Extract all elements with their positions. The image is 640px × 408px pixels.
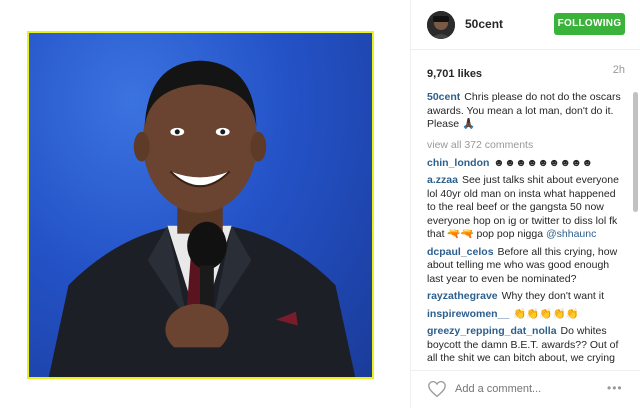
caption-username[interactable]: 50cent <box>427 91 460 103</box>
comment-text: ☻☻☻☻☻☻☻☻☻ <box>493 156 593 169</box>
scrollbar-thumb[interactable] <box>633 92 638 212</box>
add-comment-input[interactable] <box>455 381 595 397</box>
comments-list: 50cent Chris please do not do the oscars … <box>427 91 625 366</box>
post-sidebar: 50cent FOLLOWING 9,701 likes 2h 50cent Ch… <box>411 0 640 408</box>
post-header: 50cent FOLLOWING <box>411 0 640 50</box>
comment-username[interactable]: chin_london <box>427 157 489 169</box>
more-options-icon[interactable]: ••• <box>607 381 623 395</box>
heart-icon[interactable] <box>427 380 447 398</box>
comment: chin_london ☻☻☻☻☻☻☻☻☻ <box>427 157 625 171</box>
comment-username[interactable]: dcpaul_celos <box>427 246 494 258</box>
comment-username[interactable]: a.zzaa <box>427 174 458 186</box>
post-photo[interactable] <box>27 31 374 379</box>
comment: rayzathegrave Why they don't want it <box>427 290 625 304</box>
comments-scrollbar[interactable] <box>633 88 638 368</box>
following-button[interactable]: FOLLOWING <box>554 13 625 35</box>
comment-username[interactable]: inspirewomen__ <box>427 308 509 320</box>
avatar-image <box>427 11 455 39</box>
comment: dcpaul_celos Before all this crying, how … <box>427 246 625 287</box>
likes-row: 9,701 likes 2h <box>427 64 625 80</box>
view-all-comments-link[interactable]: view all 372 comments <box>427 139 625 151</box>
comment: a.zzaa See just talks shit about everyone… <box>427 174 625 242</box>
post-age: 2h <box>612 64 625 76</box>
media-pane <box>0 0 411 408</box>
username-link[interactable]: 50cent <box>465 17 503 31</box>
avatar[interactable] <box>427 11 455 39</box>
comment-text: 👏👏👏👏👏 <box>513 307 579 320</box>
likes-count[interactable]: 9,701 likes <box>427 68 482 80</box>
comment-text: Why they don't want it <box>501 290 605 302</box>
comment-username[interactable]: rayzathegrave <box>427 290 498 302</box>
comment-username[interactable]: greezy_repping_dat_nolla <box>427 325 557 337</box>
photo-illustration <box>48 60 356 377</box>
comment-mention-link[interactable]: @shhaunc <box>546 228 596 240</box>
post-footer: ••• <box>411 370 640 408</box>
comment: inspirewomen__ 👏👏👏👏👏 <box>427 308 625 322</box>
comment: greezy_repping_dat_nolla Do whites boycot… <box>427 325 625 366</box>
caption: 50cent Chris please do not do the oscars … <box>427 91 625 132</box>
